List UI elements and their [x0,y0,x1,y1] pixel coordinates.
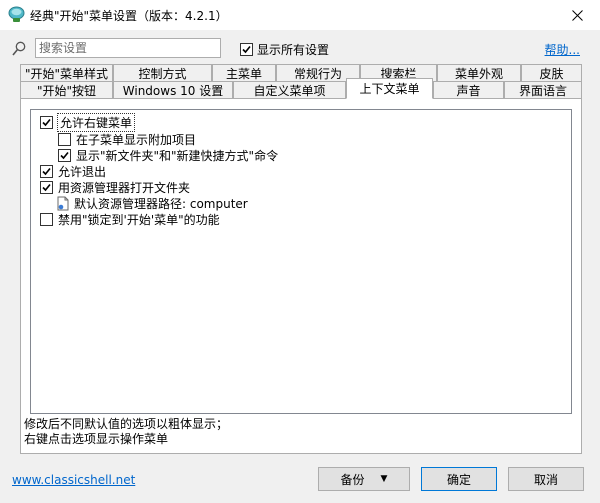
checkmark-icon [60,151,69,159]
show-all-checkbox[interactable] [240,43,253,56]
tab-start-menu-style[interactable]: "开始"菜单样式 [20,64,113,81]
tab-start-button[interactable]: "开始"按钮 [20,81,113,98]
option-allow-exit[interactable]: 允许退出 [40,163,106,179]
tab-controls[interactable]: 控制方式 [113,64,212,81]
search-icon [12,41,26,56]
hint-line-2: 右键点击选项显示操作菜单 [24,432,169,446]
show-all-label: 显示所有设置 [257,43,330,57]
option-label: 默认资源管理器路径: computer [74,196,248,211]
show-all-settings-toggle[interactable]: 显示所有设置 [240,41,329,58]
tab-windows-10-settings[interactable]: Windows 10 设置 [113,81,233,98]
option-label: 显示"新文件夹"和"新建快捷方式"命令 [76,148,279,163]
checkbox[interactable] [58,132,71,146]
search-input[interactable] [35,38,221,58]
checkmark-icon [42,183,51,191]
website-link[interactable]: www.classicshell.net [12,473,135,487]
hint-line-1: 修改后不同默认值的选项以粗体显示； [24,417,229,431]
checkmark-icon [42,118,51,126]
option-label: 用资源管理器打开文件夹 [58,180,191,195]
tab-sounds[interactable]: 声音 [433,81,504,98]
tab-context-menu[interactable]: 上下文菜单 [346,78,433,99]
option-disable-pin-to-start[interactable]: 禁用"锁定到'开始'菜单"的功能 [40,211,220,227]
tab-panel: 允许右键菜单 在子菜单显示附加项目 显示"新文件夹"和"新建快捷方式"命令 允许… [20,98,582,454]
window-title: 经典"开始"菜单设置（版本：4.2.1） [30,9,228,23]
tab-menu-look[interactable]: 菜单外观 [437,64,521,81]
option-new-folder-shortcut[interactable]: 显示"新文件夹"和"新建快捷方式"命令 [58,147,278,163]
file-icon [57,196,69,210]
ok-button[interactable]: 确定 [421,467,497,491]
classic-shell-shell-icon [8,6,25,22]
option-submenu-extra-items[interactable]: 在子菜单显示附加项目 [58,131,196,147]
option-label: 允许退出 [58,164,107,179]
option-label: 在子菜单显示附加项目 [76,132,197,147]
option-open-with-explorer[interactable]: 用资源管理器打开文件夹 [40,179,190,195]
close-icon [571,9,583,21]
tab-language[interactable]: 界面语言 [504,81,582,98]
title-bar: 经典"开始"菜单设置（版本：4.2.1） [0,0,600,30]
checkbox[interactable] [40,164,53,178]
checkbox[interactable] [40,180,53,194]
close-button[interactable] [554,0,600,30]
checkbox[interactable] [40,212,53,226]
checkmark-icon [242,45,251,54]
checkbox[interactable] [40,115,53,129]
option-label: 禁用"锁定到'开始'菜单"的功能 [58,212,220,227]
option-allow-context-menu[interactable]: 允许右键菜单 [40,112,136,132]
settings-tree: 允许右键菜单 在子菜单显示附加项目 显示"新文件夹"和"新建快捷方式"命令 允许… [30,109,572,414]
checkmark-icon [42,167,51,175]
tab-customize-menu[interactable]: 自定义菜单项 [233,81,346,98]
tab-main-menu[interactable]: 主菜单 [212,64,276,81]
help-link[interactable]: 帮助... [545,41,580,58]
option-explorer-path[interactable]: 默认资源管理器路径: computer [56,195,248,211]
tab-skin[interactable]: 皮肤 [521,64,582,81]
hint-text: 修改后不同默认值的选项以粗体显示； 右键点击选项显示操作菜单 [24,417,228,447]
checkbox[interactable] [58,148,71,162]
dropdown-arrow-icon: ▼ [380,474,388,484]
cancel-button[interactable]: 取消 [508,467,584,491]
backup-button[interactable]: 备份 ▼ [318,467,410,491]
option-label: 允许右键菜单 [56,112,136,132]
backup-label: 备份 [340,472,365,487]
